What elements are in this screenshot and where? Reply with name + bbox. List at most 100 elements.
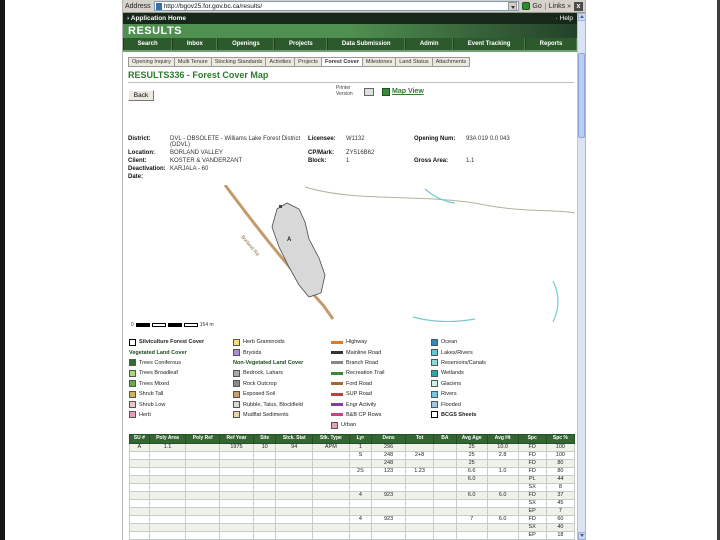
- legend-label: Non-Vegetated Land Cover: [233, 359, 304, 366]
- links-menu[interactable]: Links »: [544, 2, 571, 10]
- cell: [312, 490, 350, 500]
- scroll-down-icon[interactable]: [578, 532, 585, 540]
- application-home-link[interactable]: › Application Home: [127, 15, 186, 22]
- page-content: Opening Inquiry Multi Tenure Stocking St…: [123, 52, 577, 540]
- legend-column: Herb Graminoids Bryoids Non-Vegetated La…: [233, 337, 331, 431]
- gross-area-value: 1.1: [466, 158, 475, 164]
- cell: [371, 482, 406, 492]
- nav-tab[interactable]: Projects: [274, 38, 328, 50]
- legend-item: Shrub Tall: [129, 389, 233, 399]
- legend-label: Branch Road: [346, 359, 379, 366]
- cell: [455, 530, 488, 540]
- sub-tab[interactable]: Multi Tenure: [173, 57, 211, 67]
- chevron-down-icon[interactable]: [508, 2, 518, 10]
- nav-tab[interactable]: Search: [123, 38, 173, 50]
- application-home-label: Application Home: [130, 15, 187, 22]
- column-header: Avg Age: [455, 434, 488, 444]
- go-label: Go: [532, 2, 542, 10]
- cell: [148, 474, 187, 484]
- legend-label: Trees Coniferous: [139, 359, 181, 366]
- address-input[interactable]: http://bgov25.for.gov.bc.ca/results/: [153, 1, 520, 11]
- cell: [185, 522, 221, 532]
- cp-mark-label: CP/Mark:: [308, 150, 335, 156]
- cell: [219, 474, 254, 484]
- legend-item: Non-Vegetated Land Cover: [233, 358, 331, 368]
- sub-tab[interactable]: Forest Cover: [320, 57, 362, 67]
- table-row: SX 45: [129, 498, 576, 508]
- nav-tab[interactable]: Data Submission: [327, 38, 406, 50]
- nav-tab[interactable]: Admin: [405, 38, 454, 50]
- cell: 94: [275, 442, 314, 452]
- cell: [219, 490, 254, 500]
- table-row: 248 25 FD 80: [129, 458, 576, 468]
- left-edge-bar: [0, 0, 5, 540]
- cell: [275, 506, 314, 516]
- legend-label: SUP Road: [346, 391, 372, 398]
- cell: [219, 522, 254, 532]
- scrollbar-thumb[interactable]: [578, 53, 585, 138]
- polygon-label: A: [287, 237, 292, 243]
- nav-tab[interactable]: Reports: [525, 38, 577, 50]
- nav-tab[interactable]: Inbox: [172, 38, 218, 50]
- block-value: 1: [346, 158, 350, 164]
- sub-tab[interactable]: Attachments: [431, 57, 471, 67]
- cell: [185, 530, 221, 540]
- address-bar: Address http://bgov25.for.gov.bc.ca/resu…: [123, 0, 585, 13]
- sub-tab[interactable]: Opening Inquiry: [128, 57, 174, 67]
- cell: [486, 522, 519, 532]
- cell: [433, 458, 457, 468]
- legend-item: Silviculture Forest Cover: [129, 337, 233, 347]
- legend-swatch: [129, 369, 136, 377]
- cell: [371, 522, 406, 532]
- cell: [275, 482, 314, 492]
- opening-details: District: DVL - OBSOLETE - Williams Lake…: [128, 136, 562, 180]
- cell: [219, 482, 254, 492]
- sub-tab[interactable]: Milestones: [361, 57, 396, 67]
- cell: [275, 522, 314, 532]
- back-button[interactable]: Back: [128, 90, 154, 101]
- cell: [148, 522, 187, 532]
- legend-swatch: [233, 401, 240, 409]
- legend-column: Silviculture Forest Cover Vegetated Land…: [129, 337, 233, 431]
- close-icon[interactable]: x: [574, 1, 583, 11]
- cell: [185, 450, 221, 460]
- legend-item: Mainline Road: [331, 347, 431, 357]
- cell: 8: [545, 482, 576, 492]
- sub-tab[interactable]: Activities: [265, 57, 295, 67]
- cell: 18: [545, 530, 576, 540]
- legend-item: Bedrock, Lahars: [233, 368, 331, 378]
- legend-label: Trees Broadleaf: [139, 370, 178, 377]
- nav-tab[interactable]: Openings: [217, 38, 275, 50]
- scroll-up-icon[interactable]: [578, 13, 585, 21]
- map-view-link[interactable]: Map View: [382, 87, 424, 96]
- cell: [275, 450, 314, 460]
- table-row: A 1.1 1975 10 94 APM 1 296 25 10.0 FD 10…: [129, 442, 576, 452]
- cell: SX: [517, 482, 547, 492]
- cell: [129, 482, 150, 492]
- cell: SX: [517, 498, 547, 508]
- legend-label: Highway: [346, 339, 368, 346]
- vertical-scrollbar[interactable]: [577, 13, 585, 540]
- app-header: › Application Home · Help: [123, 13, 577, 24]
- cell: [404, 490, 435, 500]
- go-button[interactable]: Go: [522, 2, 542, 10]
- title-divider: [128, 82, 574, 83]
- legend-item: Engr Activity: [331, 399, 431, 409]
- legend-swatch: [233, 369, 240, 377]
- sub-tab[interactable]: Land Status: [395, 57, 432, 67]
- legend-swatch: [129, 401, 136, 409]
- legend-item: BCGS Sheets: [431, 410, 575, 420]
- sub-tab[interactable]: Stocking Standards: [210, 57, 266, 67]
- legend-item: Rubble, Talus, Blockfield: [233, 399, 331, 409]
- help-link[interactable]: · Help: [556, 15, 573, 22]
- sub-tab[interactable]: Projects: [294, 57, 321, 67]
- legend-item: Glaciers: [431, 379, 575, 389]
- printer-version-link[interactable]: Printer Version: [336, 85, 374, 98]
- legend-item: Vegetated Land Cover: [129, 347, 233, 357]
- cell: [404, 474, 435, 484]
- cell: [433, 514, 457, 524]
- cell: [455, 522, 488, 532]
- nav-tab[interactable]: Event Tracking: [453, 38, 526, 50]
